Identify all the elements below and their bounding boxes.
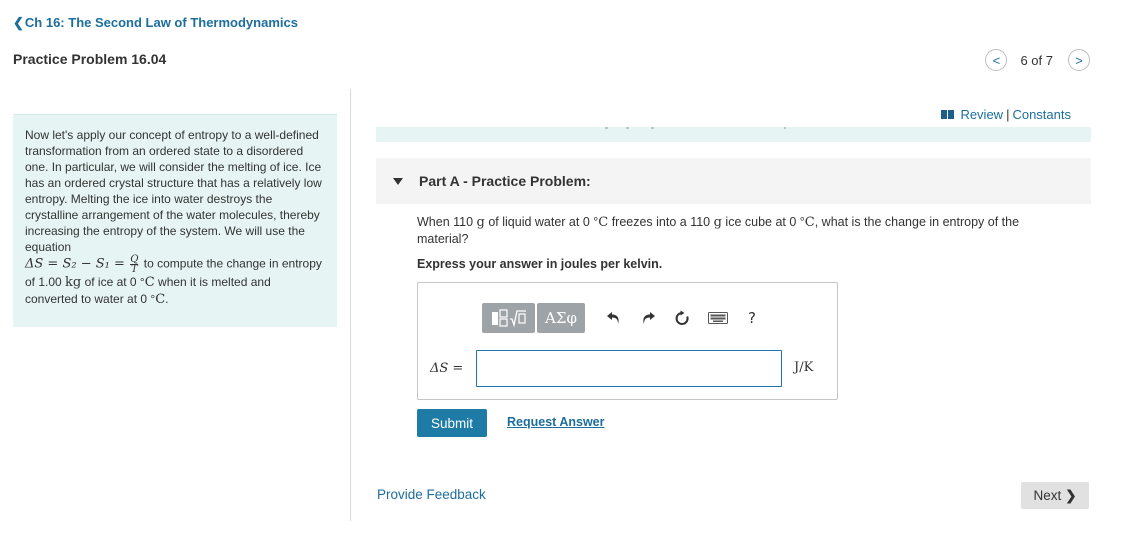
answer-input[interactable] [476, 350, 782, 387]
unit-celsius-2: C [155, 292, 166, 307]
question-fragment: ice cube at 0 ° [721, 215, 805, 229]
intro-text: Now let's apply our concept of entropy t… [25, 128, 322, 254]
problem-title: Practice Problem 16.04 [13, 51, 167, 67]
submit-button[interactable]: Submit [417, 409, 487, 437]
chevron-left-icon: ❮ [13, 15, 24, 30]
prev-problem-button[interactable]: < [985, 49, 1008, 71]
unit-gram: g [476, 215, 485, 230]
review-constants: Review | Constants [941, 107, 1071, 122]
unit-celsius: C [598, 215, 609, 230]
q-over-t-fraction: QT [130, 255, 139, 275]
undo-icon[interactable] [603, 307, 625, 329]
chevron-right-icon: ❯ [1065, 487, 1077, 503]
part-a-title: Part A - Practice Problem: [419, 173, 591, 189]
part-a-header[interactable]: Part A - Practice Problem: [376, 158, 1091, 204]
chapter-back-link[interactable]: ❮Ch 16: The Second Law of Thermodynamics [13, 15, 298, 31]
unit-celsius: C [144, 275, 155, 290]
keyboard-glyph [708, 312, 728, 324]
book-icon [941, 110, 955, 119]
pager-position: 6 of 7 [1020, 52, 1053, 68]
reset-glyph [675, 310, 689, 325]
constants-link[interactable]: Constants [1012, 107, 1071, 122]
keyboard-icon[interactable] [707, 307, 729, 329]
unit-gram: g [713, 215, 722, 230]
chapter-link-label: Ch 16: The Second Law of Thermodynamics [24, 15, 298, 30]
fraction-denominator: T [130, 264, 138, 275]
question-text: When 110 g of liquid water at 0 °C freez… [417, 214, 1067, 247]
answer-unit: J/K [794, 360, 814, 375]
question-fragment: freezes into a 110 [608, 215, 714, 229]
strip-mark [626, 127, 629, 129]
help-button[interactable]: ? [741, 307, 763, 329]
unit-kg: kg [65, 275, 82, 290]
templates-icon [491, 309, 526, 328]
question-fragment: of liquid water at 0 ° [484, 215, 599, 229]
answer-instruction: Express your answer in joules per kelvin… [417, 257, 663, 271]
request-answer-link[interactable]: Request Answer [507, 415, 604, 429]
column-divider [350, 89, 351, 521]
next-label: Next [1033, 488, 1062, 503]
next-button[interactable]: Next ❯ [1021, 482, 1089, 509]
strip-mark [784, 127, 786, 129]
chevron-left-icon: < [992, 52, 1001, 68]
entropy-equation: ΔS = S₂ − S₁ = [25, 256, 125, 272]
unit-celsius: C [804, 215, 815, 230]
strip-mark [651, 127, 654, 129]
undo-glyph [607, 312, 619, 324]
intro-text-5: . [165, 292, 169, 306]
review-link[interactable]: Review [960, 107, 1003, 122]
reset-icon[interactable] [671, 307, 693, 329]
answer-label: ΔS = [430, 361, 464, 376]
answer-box: ΑΣφ ? ΔS = J/K [417, 282, 838, 400]
collapse-triangle-icon [393, 177, 403, 185]
question-fragment: When 110 [417, 215, 477, 229]
review-separator: | [1006, 107, 1010, 122]
greek-symbols-button[interactable]: ΑΣφ [537, 303, 585, 333]
provide-feedback-link[interactable]: Provide Feedback [377, 487, 486, 502]
pager: < 6 of 7 > [985, 48, 1090, 72]
intro-text-3: of ice at 0 ° [81, 275, 145, 289]
strip-mark [605, 127, 608, 129]
math-toolbar: ΑΣφ ? [482, 303, 763, 333]
chevron-right-icon: > [1075, 52, 1083, 68]
templates-button[interactable] [482, 303, 535, 333]
redo-icon[interactable] [637, 307, 659, 329]
scrolled-content-strip [376, 127, 1091, 142]
next-problem-button[interactable]: > [1068, 49, 1090, 71]
redo-glyph [643, 312, 655, 324]
intro-panel: Now let's apply our concept of entropy t… [13, 114, 337, 327]
